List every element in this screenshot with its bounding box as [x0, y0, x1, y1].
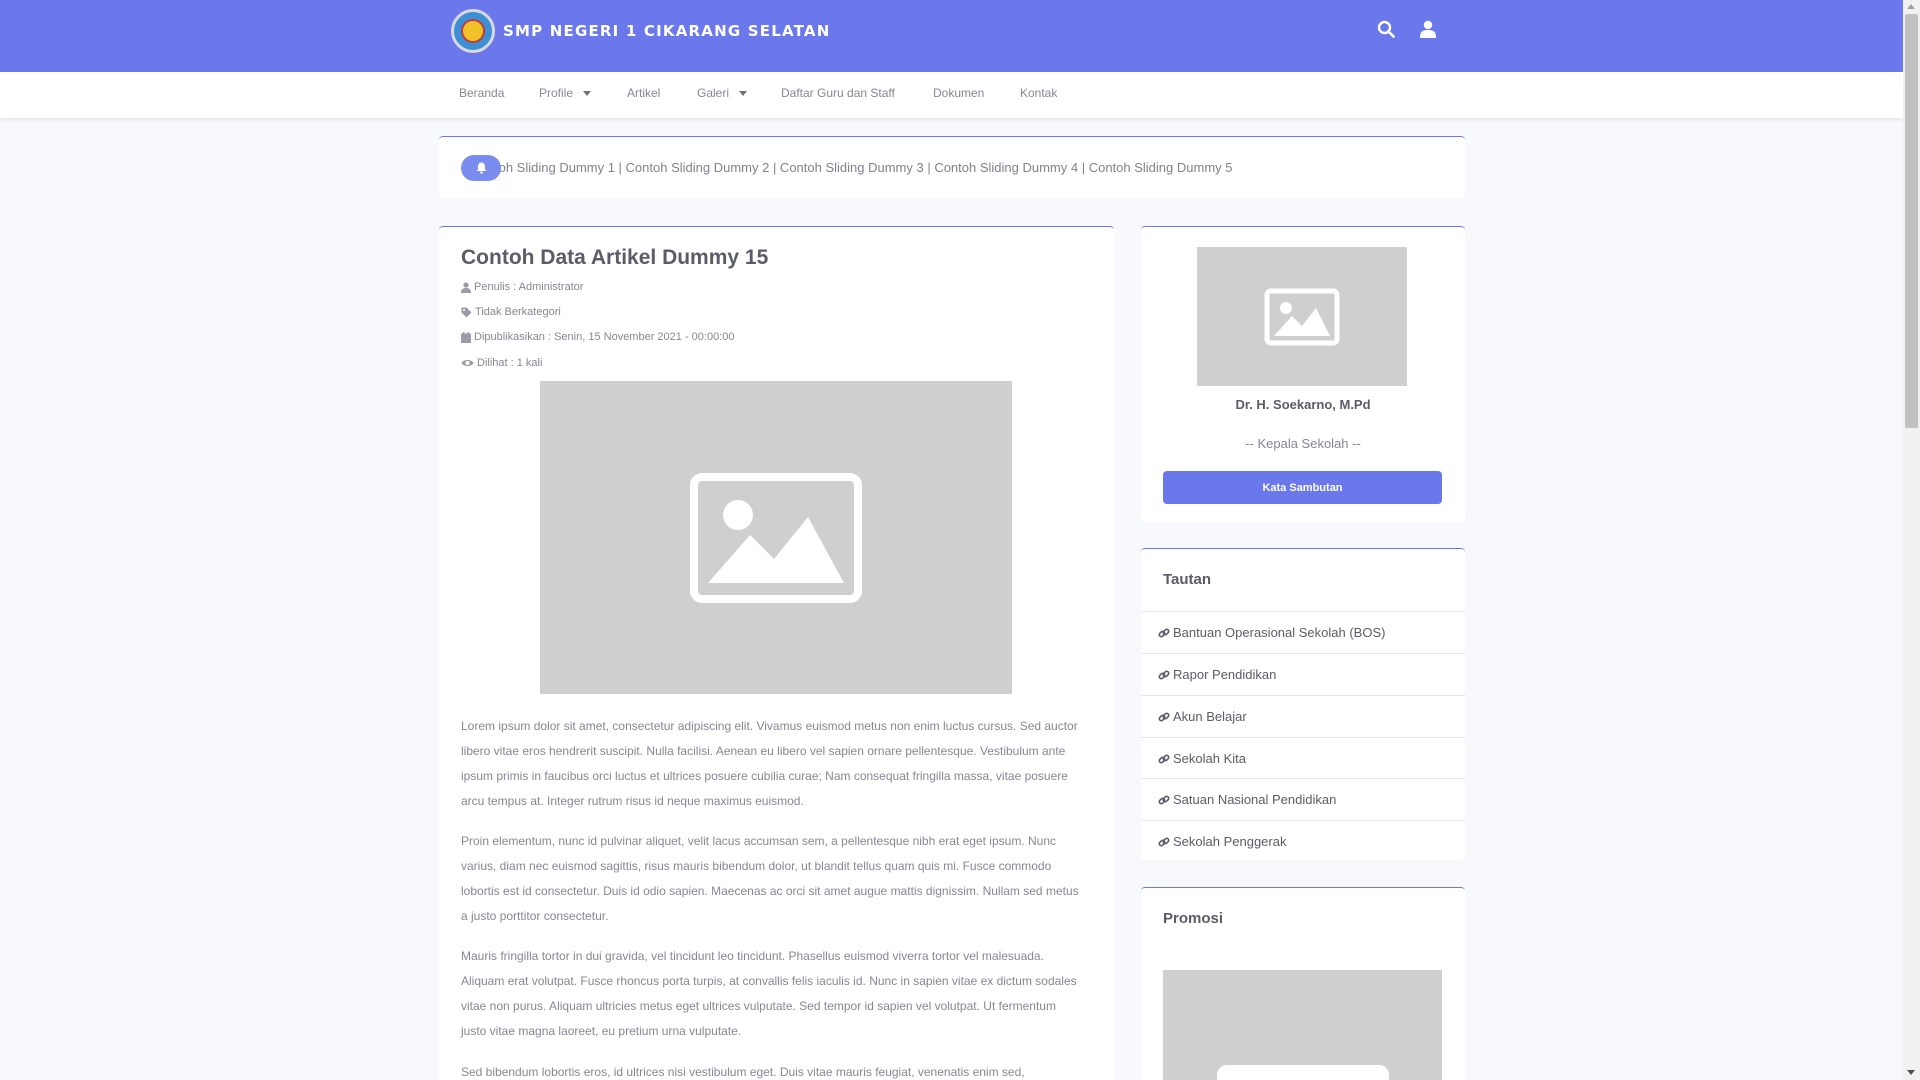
link-item[interactable]: Sekolah Penggerak — [1141, 820, 1465, 862]
nav-item-daftar-guru[interactable]: Daftar Guru dan Staff — [781, 86, 895, 100]
link-item[interactable]: Bantuan Operasional Sekolah (BOS) — [1141, 611, 1465, 653]
nav-item-dokumen[interactable]: Dokumen — [933, 86, 984, 100]
article-category: Tidak Berkategori — [461, 306, 561, 318]
eye-icon — [461, 360, 474, 366]
nav-item-artikel[interactable]: Artikel — [627, 86, 660, 100]
nav-item-galeri[interactable]: Galeri — [697, 86, 748, 100]
links-title: Tautan — [1163, 571, 1212, 588]
principal-photo-placeholder — [1197, 247, 1407, 386]
link-item[interactable]: Rapor Pendidikan — [1141, 653, 1465, 695]
caret-down-icon — [739, 90, 748, 96]
links-card: Tautan Bantuan Operasional Sekolah (BOS)… — [1141, 548, 1465, 860]
bell-icon — [461, 155, 501, 181]
tag-icon — [461, 307, 472, 317]
user-icon[interactable] — [1420, 20, 1444, 44]
scrollbar-thumb[interactable] — [1905, 14, 1918, 428]
link-item[interactable]: Sekolah Kita — [1141, 737, 1465, 779]
promo-card: Promosi — [1141, 887, 1465, 1080]
article-paragraph: Sed bibendum lobortis eros, id ultrices … — [461, 1065, 1025, 1079]
scroll-down-arrow-icon[interactable] — [1907, 1070, 1915, 1075]
user-icon — [461, 281, 471, 293]
calendar-icon — [461, 331, 471, 343]
article-card: Contoh Data Artikel Dummy 15 Penulis : A… — [439, 226, 1114, 1080]
promo-image-placeholder[interactable] — [1163, 970, 1442, 1080]
article-views: Dilihat : 1 kali — [461, 357, 542, 369]
caret-down-icon — [583, 90, 592, 96]
image-icon — [1264, 288, 1340, 345]
scroll-up-arrow-icon[interactable] — [1907, 4, 1915, 9]
principal-card: Dr. H. Soekarno, M.Pd -- Kepala Sekolah … — [1141, 226, 1465, 522]
promo-title: Promosi — [1163, 910, 1224, 927]
nav-item-beranda[interactable]: Beranda — [459, 86, 504, 100]
link-icon — [1158, 794, 1170, 805]
news-ticker: toh Sliding Dummy 1 | Contoh Sliding Dum… — [439, 136, 1465, 198]
ticker-text[interactable]: toh Sliding Dummy 1 | Contoh Sliding Dum… — [495, 160, 1233, 175]
school-name: SMP NEGERI 1 CIKARANG SELATAN — [503, 22, 831, 40]
article-paragraph: Proin elementum, nunc id pulvinar alique… — [461, 834, 1079, 923]
link-icon — [1158, 753, 1170, 764]
article-author: Penulis : Administrator — [461, 281, 583, 293]
main-navigation: Beranda Profile Artikel Galeri Daftar Gu… — [0, 72, 1903, 118]
link-icon — [1158, 836, 1170, 847]
principal-name: Dr. H. Soekarno, M.Pd — [1235, 397, 1371, 412]
link-icon — [1158, 627, 1170, 638]
nav-item-profile[interactable]: Profile — [539, 86, 592, 100]
article-image-placeholder — [540, 381, 1012, 694]
school-logo — [451, 9, 495, 53]
kata-sambutan-button[interactable]: Kata Sambutan — [1163, 471, 1442, 504]
article-title: Contoh Data Artikel Dummy 15 — [461, 246, 769, 269]
link-item[interactable]: Akun Belajar — [1141, 695, 1465, 737]
nav-item-kontak[interactable]: Kontak — [1020, 86, 1057, 100]
link-icon — [1158, 711, 1170, 722]
search-icon[interactable] — [1377, 20, 1401, 44]
link-item[interactable]: Satuan Nasional Pendidikan — [1141, 778, 1465, 820]
article-paragraph: Mauris fringilla tortor in dui gravida, … — [461, 949, 1077, 1038]
article-paragraph: Lorem ipsum dolor sit amet, consectetur … — [461, 719, 1078, 808]
image-icon — [1217, 1065, 1389, 1080]
brand[interactable]: SMP NEGERI 1 CIKARANG SELATAN — [451, 9, 830, 53]
image-icon — [690, 472, 862, 603]
top-header: SMP NEGERI 1 CIKARANG SELATAN — [0, 0, 1903, 72]
principal-role: -- Kepala Sekolah -- — [1245, 436, 1361, 451]
link-icon — [1158, 669, 1170, 680]
article-date: Dipublikasikan : Senin, 15 November 2021… — [461, 331, 735, 343]
